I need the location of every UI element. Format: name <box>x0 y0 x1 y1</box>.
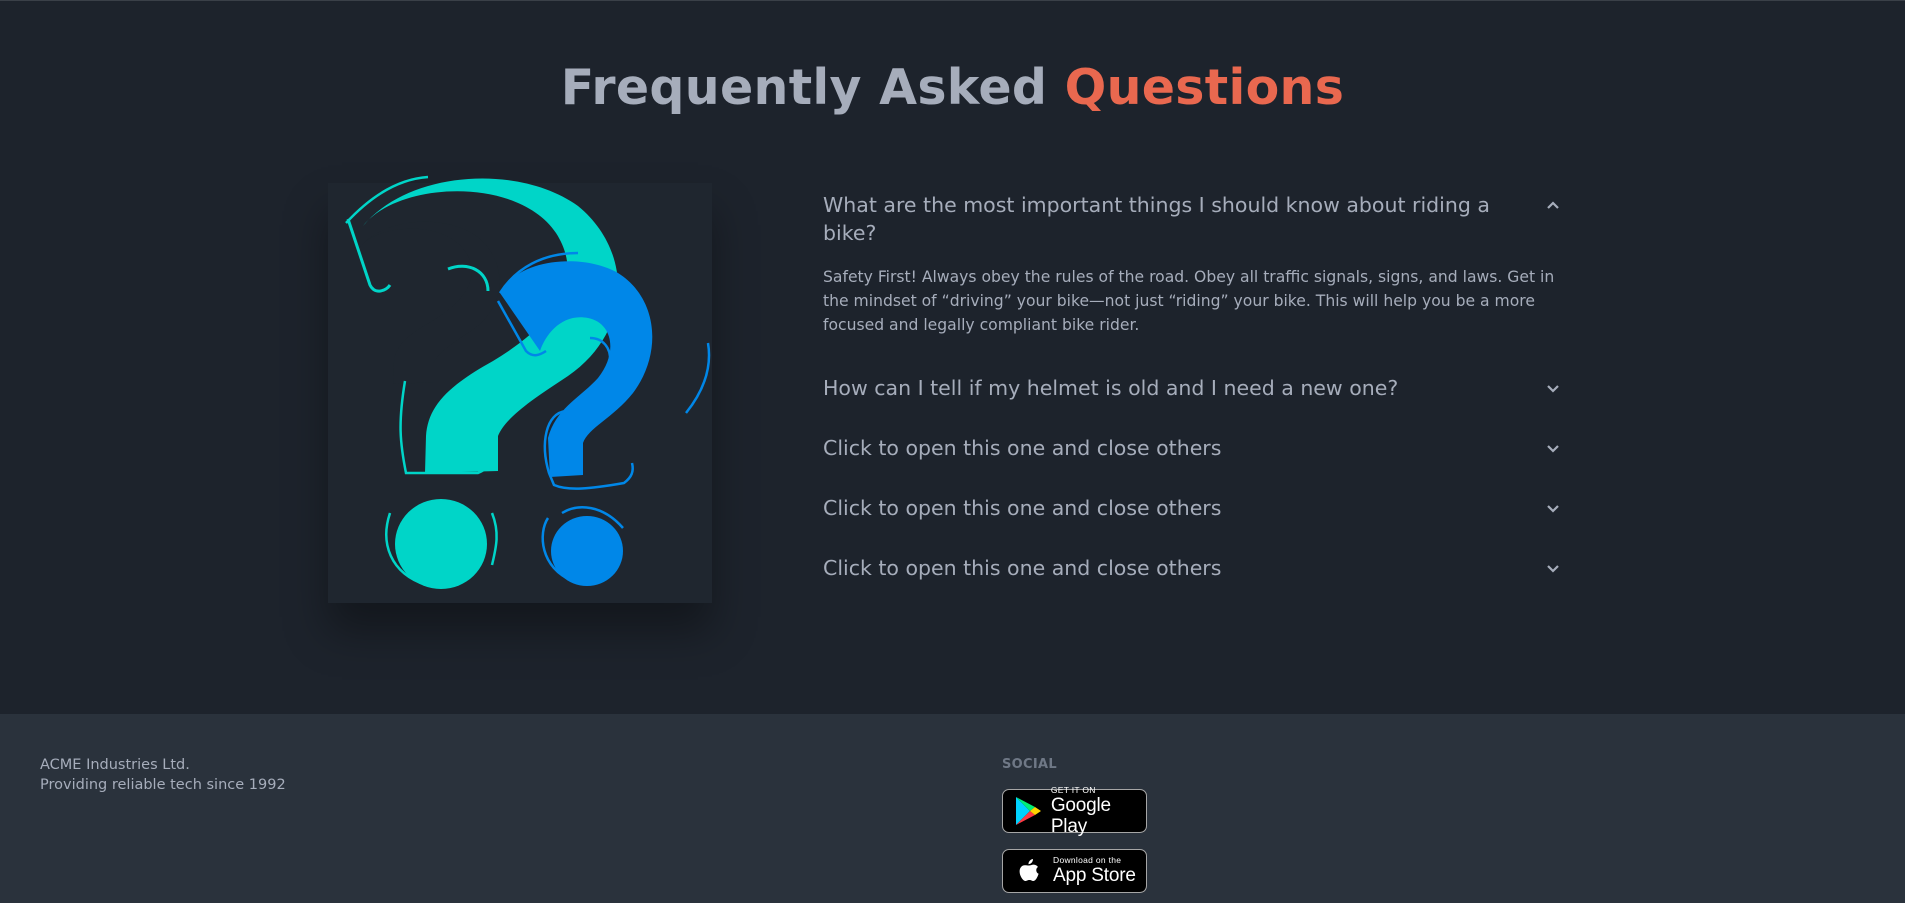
faq-question-text: How can I tell if my helmet is old and I… <box>823 376 1399 400</box>
app-store-label: App Store <box>1053 865 1136 886</box>
faq-item-2: How can I tell if my helmet is old and I… <box>823 374 1561 402</box>
faq-question-1[interactable]: What are the most important things I sho… <box>823 191 1561 247</box>
chevron-down-icon <box>1545 380 1561 396</box>
title-main: Frequently Asked <box>560 59 1048 116</box>
question-marks-icon <box>345 175 711 589</box>
faq-question-4[interactable]: Click to open this one and close others <box>823 494 1561 522</box>
company-name: ACME Industries Ltd. <box>40 757 190 773</box>
faq-question-2[interactable]: How can I tell if my helmet is old and I… <box>823 374 1561 402</box>
google-play-icon <box>1011 793 1045 829</box>
faq-item-4: Click to open this one and close others <box>823 494 1561 522</box>
chevron-up-icon <box>1545 197 1561 213</box>
title-accent: Questions <box>1064 59 1345 116</box>
faq-accordion: What are the most important things I sho… <box>823 191 1561 580</box>
app-store-button[interactable]: Download on the App Store <box>1002 849 1147 893</box>
app-store-small-label: Download on the <box>1053 855 1122 865</box>
faq-answer-1: Safety First! Always obey the rules of t… <box>823 268 1555 334</box>
faq-item-5: Click to open this one and close others <box>823 554 1561 582</box>
apple-icon <box>1011 853 1047 889</box>
social-heading: SOCIAL <box>1002 757 1057 772</box>
faq-question-5[interactable]: Click to open this one and close others <box>823 554 1561 582</box>
company-info: ACME Industries Ltd. Providing reliable … <box>40 755 286 795</box>
faq-item-3: Click to open this one and close others <box>823 434 1561 462</box>
chevron-down-icon <box>1545 560 1561 576</box>
google-play-small-label: GET IT ON <box>1050 784 1096 795</box>
faq-item-1: What are the most important things I sho… <box>823 191 1561 349</box>
google-play-button[interactable]: GET IT ON Google Play <box>1002 784 1147 837</box>
question-marks-illustration <box>328 173 712 603</box>
footer: ACME Industries Ltd. Providing reliable … <box>0 714 1905 903</box>
chevron-down-icon <box>1545 440 1561 456</box>
faq-question-3[interactable]: Click to open this one and close others <box>823 434 1561 462</box>
faq-question-text: Click to open this one and close others <box>823 556 1222 580</box>
faq-question-text: Click to open this one and close others <box>823 496 1222 520</box>
google-play-label: Google Play <box>1050 794 1111 837</box>
page: Frequently Asked Questions What are the … <box>0 0 1905 903</box>
faq-section: Frequently Asked Questions What are the … <box>0 1 1905 714</box>
faq-question-text: Click to open this one and close others <box>823 436 1222 460</box>
chevron-down-icon <box>1545 500 1561 516</box>
page-title: Frequently Asked Questions <box>0 59 1905 116</box>
faq-question-text: What are the most important things I sho… <box>823 193 1490 245</box>
company-tagline: Providing reliable tech since 1992 <box>40 777 286 793</box>
